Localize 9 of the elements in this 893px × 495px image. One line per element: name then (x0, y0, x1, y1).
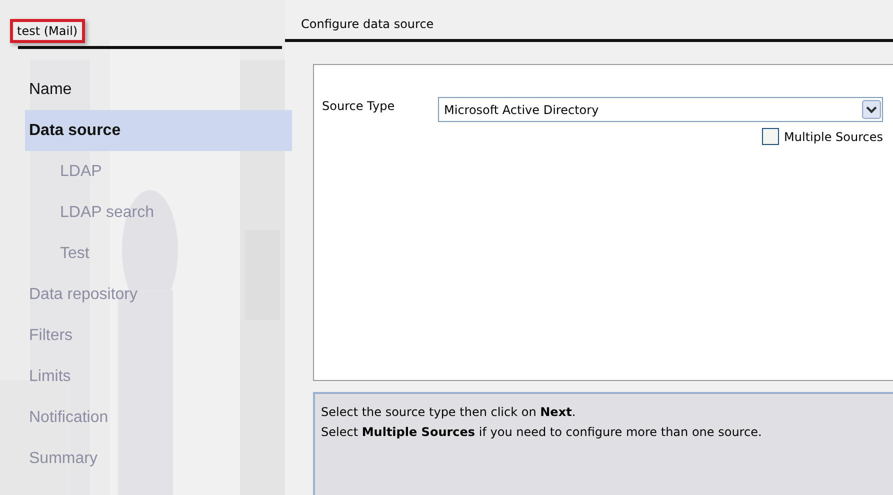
field-label: Source Type (322, 98, 396, 113)
wizard-step[interactable]: Name (25, 69, 292, 110)
wizard-step[interactable]: Data source (25, 110, 292, 151)
help-text: Select the source type then click on Next. (321, 404, 577, 421)
wizard-title: test (Mail) (10, 19, 85, 43)
source-type-dropdown[interactable]: Microsoft Active Directory (438, 97, 883, 122)
page-title: Configure data source (301, 17, 434, 31)
multiple-sources-checkbox[interactable]: Multiple Sources (762, 128, 883, 145)
help-text: Select Multiple Sources if you need to configure more than one source. (321, 424, 763, 441)
